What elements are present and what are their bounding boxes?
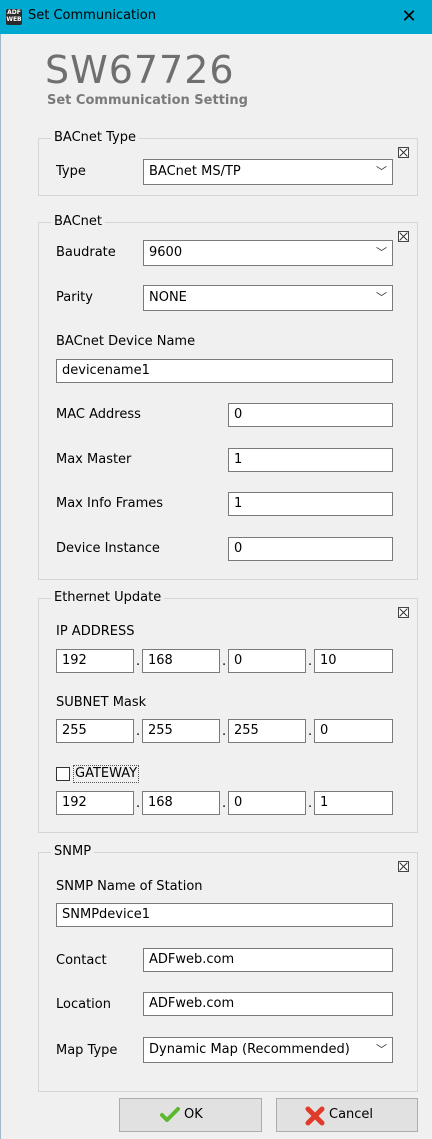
gateway-octet-2[interactable]: 168 — [142, 791, 220, 815]
subnet-separator: . — [308, 724, 313, 739]
max-info-frames-label: Max Info Frames — [56, 496, 164, 511]
parity-label: Parity — [56, 290, 93, 305]
ip-octet-1[interactable]: 192 — [56, 649, 134, 673]
baudrate-select[interactable]: 9600 ﹀ — [143, 240, 393, 266]
ip-separator: . — [136, 654, 141, 669]
device-instance-input[interactable]: 0 — [228, 537, 393, 561]
contact-label: Contact — [56, 953, 107, 968]
bacnet-type-group: BACnet Type Type BACnet MS/TP ﹀ — [38, 130, 418, 196]
snmp-station-input[interactable]: SNMPdevice1 — [56, 903, 393, 927]
cancel-x-icon — [305, 1106, 325, 1126]
bacnet-type-legend: BACnet Type — [51, 130, 139, 146]
bacnet-type-collapse-checkbox[interactable] — [398, 147, 409, 158]
device-name-input[interactable]: devicename1 — [56, 359, 393, 383]
type-select[interactable]: BACnet MS/TP ﹀ — [143, 159, 393, 185]
parity-select[interactable]: NONE ﹀ — [143, 285, 393, 311]
max-master-input[interactable]: 1 — [228, 448, 393, 472]
ip-octet-4[interactable]: 10 — [314, 649, 393, 673]
window-title: Set Communication — [28, 8, 156, 23]
map-type-label: Map Type — [56, 1043, 118, 1058]
mac-address-label: MAC Address — [56, 407, 141, 422]
chevron-down-icon: ﹀ — [376, 291, 387, 304]
ip-octet-2[interactable]: 168 — [142, 649, 220, 673]
window-left-edge — [0, 34, 1, 1139]
type-label: Type — [56, 164, 86, 179]
subnet-octet-1[interactable]: 255 — [56, 719, 134, 743]
gateway-separator: . — [136, 796, 141, 811]
subnet-octet-4[interactable]: 0 — [314, 719, 393, 743]
snmp-collapse-checkbox[interactable] — [398, 861, 409, 872]
device-instance-label: Device Instance — [56, 541, 160, 556]
location-input[interactable]: ADFweb.com — [143, 992, 393, 1016]
page-subtitle: Set Communication Setting — [47, 93, 248, 108]
type-select-value: BACnet MS/TP — [149, 164, 241, 179]
cancel-button[interactable]: Cancel — [276, 1098, 418, 1132]
chevron-down-icon: ﹀ — [376, 246, 387, 259]
close-icon[interactable]: ✕ — [394, 6, 424, 28]
parity-select-value: NONE — [149, 290, 187, 305]
max-master-label: Max Master — [56, 452, 132, 467]
gateway-checkbox[interactable] — [56, 767, 70, 781]
gateway-octet-1[interactable]: 192 — [56, 791, 134, 815]
ip-separator: . — [222, 654, 227, 669]
baudrate-label: Baudrate — [56, 245, 116, 260]
subnet-separator: . — [136, 724, 141, 739]
ok-button[interactable]: OK — [119, 1098, 262, 1132]
chevron-down-icon: ﹀ — [376, 1043, 387, 1056]
location-label: Location — [56, 997, 111, 1012]
gateway-label[interactable]: GATEWAY — [73, 765, 140, 783]
map-type-select[interactable]: Dynamic Map (Recommended) ﹀ — [143, 1037, 393, 1063]
gateway-separator: . — [308, 796, 313, 811]
snmp-legend: SNMP — [51, 844, 95, 860]
baudrate-select-value: 9600 — [149, 245, 183, 260]
subnet-octet-2[interactable]: 255 — [142, 719, 220, 743]
app-icon-text-bottom: WEB — [6, 16, 22, 23]
snmp-group: SNMP SNMP Name of Station SNMPdevice1 Co… — [38, 844, 418, 1092]
ethernet-update-legend: Ethernet Update — [51, 590, 165, 606]
title-bar: ADF WEB Set Communication ✕ — [0, 0, 432, 34]
snmp-station-label: SNMP Name of Station — [56, 879, 203, 894]
gateway-octet-4[interactable]: 1 — [314, 791, 393, 815]
ip-separator: . — [308, 654, 313, 669]
app-icon: ADF WEB — [6, 9, 22, 25]
ip-address-label: IP ADDRESS — [56, 624, 135, 639]
device-name-label: BACnet Device Name — [56, 334, 196, 349]
ethernet-collapse-checkbox[interactable] — [398, 607, 409, 618]
app-icon-text-top: ADF — [7, 9, 21, 16]
ok-button-label: OK — [184, 1107, 203, 1122]
bacnet-collapse-checkbox[interactable] — [398, 231, 409, 242]
gateway-octet-3[interactable]: 0 — [228, 791, 306, 815]
mac-address-input[interactable]: 0 — [228, 403, 393, 427]
map-type-select-value: Dynamic Map (Recommended) — [149, 1042, 350, 1057]
bacnet-legend: BACnet — [51, 214, 105, 230]
subnet-separator: . — [222, 724, 227, 739]
max-info-frames-input[interactable]: 1 — [228, 492, 393, 516]
page-title: SW67726 — [45, 48, 235, 92]
chevron-down-icon: ﹀ — [376, 165, 387, 178]
checkmark-icon — [160, 1107, 180, 1122]
cancel-button-label: Cancel — [329, 1107, 374, 1122]
gateway-separator: . — [222, 796, 227, 811]
subnet-mask-label: SUBNET Mask — [56, 695, 147, 710]
ip-octet-3[interactable]: 0 — [228, 649, 306, 673]
subnet-octet-3[interactable]: 255 — [228, 719, 306, 743]
bacnet-group: BACnet Baudrate 9600 ﹀ Parity NONE ﹀ BAC… — [38, 214, 418, 580]
ethernet-update-group: Ethernet Update IP ADDRESS 192 . 168 . 0… — [38, 590, 418, 833]
contact-input[interactable]: ADFweb.com — [143, 948, 393, 972]
